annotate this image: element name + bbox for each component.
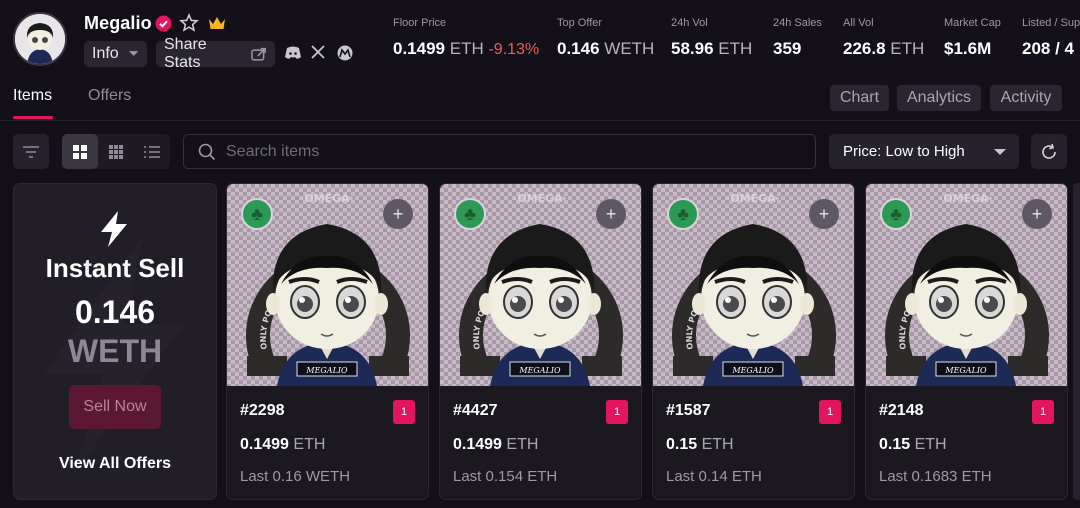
refresh-button[interactable] xyxy=(1031,134,1067,169)
item-id: #4427 xyxy=(453,402,498,419)
tab-items[interactable]: Items xyxy=(13,87,52,105)
x-twitter-icon[interactable] xyxy=(310,44,330,64)
share-icon xyxy=(251,47,267,61)
chevron-down-icon xyxy=(128,51,139,56)
search-input[interactable] xyxy=(226,142,806,161)
header-divider xyxy=(0,120,1080,121)
instant-sell-unit: WETH xyxy=(67,333,163,369)
tab-offers[interactable]: Offers xyxy=(88,87,131,105)
quantity-badge: 1 xyxy=(819,400,841,424)
item-price: 0.15 ETH xyxy=(879,436,947,453)
star-icon[interactable] xyxy=(179,13,199,33)
item-card[interactable]: ♣ + #2298 1 0.1499 ETH Last 0.16 WETH xyxy=(226,183,429,500)
small-grid-view-button[interactable] xyxy=(98,134,134,169)
grid-large-icon xyxy=(73,144,87,159)
sort-selected-label: Price: Low to High xyxy=(843,143,965,160)
clover-icon: ♣ xyxy=(880,198,912,230)
share-stats-button[interactable]: Share Stats xyxy=(156,36,275,71)
view-all-offers-link[interactable]: View All Offers xyxy=(13,455,217,473)
sales-24h-label: 24h Sales xyxy=(773,17,822,29)
clover-icon: ♣ xyxy=(241,198,273,230)
market-cap-label: Market Cap xyxy=(944,17,1001,29)
volume-24h-label: 24h Vol xyxy=(671,17,708,29)
item-card[interactable]: ♣ + #4427 1 0.1499 ETH Last 0.154 ETH xyxy=(439,183,642,500)
clover-icon: ♣ xyxy=(667,198,699,230)
all-volume-value: 226.8 ETH xyxy=(843,39,925,58)
floor-price-value: 0.1499 ETH -9.13% xyxy=(393,39,540,58)
search-field[interactable] xyxy=(183,134,816,169)
item-last-sale: Last 0.14 ETH xyxy=(666,468,762,485)
analytics-button[interactable]: Analytics xyxy=(897,85,981,111)
sales-24h-value: 359 xyxy=(773,39,802,58)
discord-icon[interactable] xyxy=(284,44,304,64)
next-card-edge xyxy=(1073,183,1080,500)
collection-avatar xyxy=(13,12,67,66)
grid-small-icon xyxy=(109,144,123,159)
listed-supply-value: 208 / 4 xyxy=(1022,39,1074,58)
quantity-badge: 1 xyxy=(393,400,415,424)
sort-dropdown[interactable]: Price: Low to High xyxy=(829,134,1019,169)
lightning-icon xyxy=(101,211,127,247)
item-id: #2298 xyxy=(240,402,285,419)
sell-now-button[interactable]: Sell Now xyxy=(69,385,161,429)
chevron-down-icon xyxy=(994,148,1006,155)
verified-badge-icon xyxy=(155,15,172,32)
clover-icon: ♣ xyxy=(454,198,486,230)
info-dropdown[interactable]: Info xyxy=(84,41,147,67)
refresh-icon xyxy=(1042,143,1056,159)
listed-supply-label: Listed / Sup xyxy=(1022,17,1080,29)
item-card[interactable]: ♣ + #2148 1 0.15 ETH Last 0.1683 ETH xyxy=(865,183,1068,500)
top-offer-label: Top Offer xyxy=(557,17,603,29)
crown-icon xyxy=(207,14,227,32)
top-offer-value: 0.146 WETH xyxy=(557,39,655,58)
chart-button[interactable]: Chart xyxy=(830,85,889,111)
item-id: #2148 xyxy=(879,402,924,419)
item-price: 0.15 ETH xyxy=(666,436,734,453)
item-last-sale: Last 0.16 WETH xyxy=(240,468,351,485)
floor-price-label: Floor Price xyxy=(393,17,447,29)
add-to-cart-icon[interactable]: + xyxy=(383,199,413,229)
activity-button[interactable]: Activity xyxy=(990,85,1062,111)
item-id: #1587 xyxy=(666,402,711,419)
all-volume-label: All Vol xyxy=(843,17,874,29)
info-dropdown-label: Info xyxy=(92,45,119,62)
list-icon xyxy=(144,145,160,158)
website-icon[interactable] xyxy=(336,44,356,64)
add-to-cart-icon[interactable]: + xyxy=(809,199,839,229)
item-price: 0.1499 ETH xyxy=(453,436,539,453)
active-tab-indicator xyxy=(13,116,53,119)
volume-24h-value: 58.96 ETH xyxy=(671,39,753,58)
add-to-cart-icon[interactable]: + xyxy=(1022,199,1052,229)
instant-sell-price: 0.146 xyxy=(74,294,156,330)
market-cap-value: $1.6M xyxy=(944,39,992,58)
share-stats-label: Share Stats xyxy=(164,36,207,71)
collection-title: Megalio xyxy=(84,13,152,33)
floor-price-change: -9.13% xyxy=(488,41,540,58)
quantity-badge: 1 xyxy=(606,400,628,424)
filter-icon xyxy=(23,145,39,158)
item-last-sale: Last 0.1683 ETH xyxy=(879,468,992,485)
item-price: 0.1499 ETH xyxy=(240,436,326,453)
filter-button[interactable] xyxy=(13,134,49,169)
search-icon xyxy=(198,143,216,160)
large-grid-view-button[interactable] xyxy=(62,134,98,169)
list-view-button[interactable] xyxy=(134,134,170,169)
item-last-sale: Last 0.154 ETH xyxy=(453,468,558,485)
item-card[interactable]: ♣ + #1587 1 0.15 ETH Last 0.14 ETH xyxy=(652,183,855,500)
add-to-cart-icon[interactable]: + xyxy=(596,199,626,229)
instant-sell-title: Instant Sell xyxy=(45,253,185,283)
quantity-badge: 1 xyxy=(1032,400,1054,424)
